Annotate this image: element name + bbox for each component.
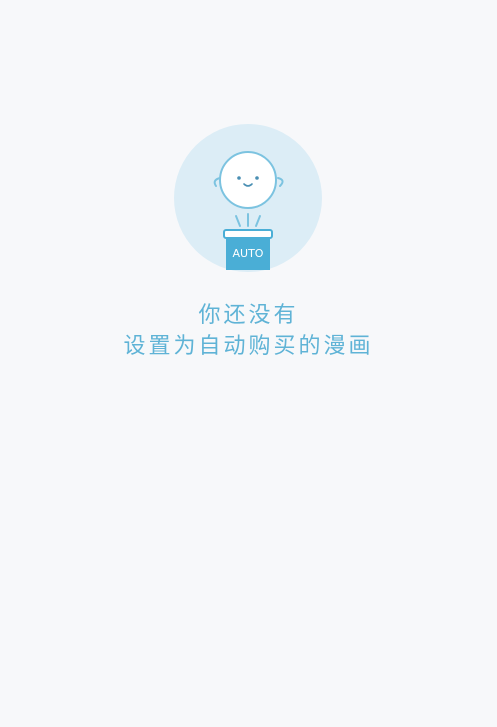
auto-badge-label: AUTO <box>233 247 264 260</box>
auto-buy-mascot-icon: AUTO <box>174 124 322 272</box>
empty-message-line2: 设置为自动购买的漫画 <box>123 334 374 359</box>
empty-state: AUTO 你还没有 设置为自动购买的漫画 <box>0 0 497 727</box>
empty-message-line1: 你还没有 <box>198 303 299 328</box>
